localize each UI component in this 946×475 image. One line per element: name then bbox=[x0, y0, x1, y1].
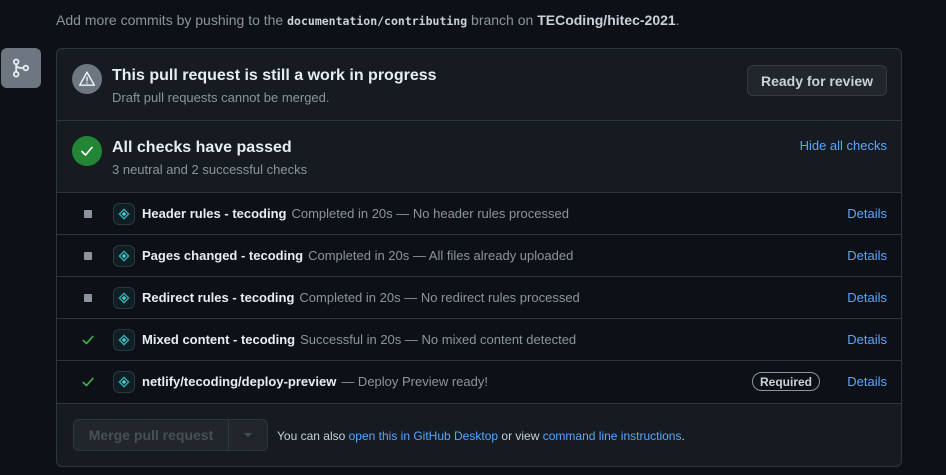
check-details-link[interactable]: Details bbox=[847, 374, 887, 389]
checks-summary-section: All checks have passed 3 neutral and 2 s… bbox=[57, 121, 901, 193]
required-badge: Required bbox=[752, 372, 821, 391]
check-text: netlify/tecoding/deploy-preview — Deploy … bbox=[142, 374, 488, 389]
alert-icon bbox=[72, 64, 102, 94]
netlify-icon bbox=[113, 203, 135, 225]
neutral-square-icon bbox=[81, 249, 95, 263]
neutral-square-icon bbox=[81, 291, 95, 305]
draft-title: This pull request is still a work in pro… bbox=[112, 67, 437, 84]
git-merge-icon bbox=[1, 48, 41, 88]
check-text: Mixed content - tecoding Successful in 20… bbox=[142, 332, 576, 347]
check-row: Pages changed - tecoding Completed in 20s… bbox=[57, 235, 901, 277]
commit-note-suffix: . bbox=[675, 12, 680, 28]
check-description: Completed in 20s — No header rules proce… bbox=[291, 206, 569, 221]
check-text: Redirect rules - tecoding Completed in 20… bbox=[142, 290, 580, 305]
draft-subtitle: Draft pull requests cannot be merged. bbox=[112, 90, 330, 105]
merge-options-caret-button[interactable] bbox=[228, 419, 268, 451]
checks-subtitle: 3 neutral and 2 successful checks bbox=[112, 162, 308, 177]
ready-for-review-button[interactable]: Ready for review bbox=[747, 65, 887, 96]
merge-section: Merge pull request You can also open thi… bbox=[57, 403, 901, 466]
check-row: Redirect rules - tecoding Completed in 20… bbox=[57, 277, 901, 319]
chevron-down-icon bbox=[244, 433, 252, 437]
checks-title: All checks have passed bbox=[112, 139, 292, 156]
neutral-square-icon bbox=[81, 207, 95, 221]
branch-name: documentation/contributing bbox=[287, 14, 468, 28]
check-name: Redirect rules - tecoding bbox=[142, 290, 295, 305]
check-text: Pages changed - tecoding Completed in 20s… bbox=[142, 248, 573, 263]
check-row: netlify/tecoding/deploy-preview — Deploy … bbox=[57, 361, 901, 404]
check-row: Header rules - tecoding Completed in 20s … bbox=[57, 193, 901, 235]
check-description: — Deploy Preview ready! bbox=[341, 374, 488, 389]
merge-note-middle: or view bbox=[501, 429, 540, 443]
check-name: Mixed content - tecoding bbox=[142, 332, 296, 347]
merge-pull-request-button[interactable]: Merge pull request bbox=[73, 419, 228, 451]
command-line-instructions-link[interactable]: command line instructions bbox=[543, 429, 682, 443]
commit-note: Add more commits by pushing to the docum… bbox=[56, 12, 680, 28]
repo-name: TECoding/hitec-2021 bbox=[537, 12, 676, 28]
check-details-link[interactable]: Details bbox=[847, 248, 887, 263]
check-text: Header rules - tecoding Completed in 20s … bbox=[142, 206, 569, 221]
commit-note-middle: branch on bbox=[471, 12, 534, 28]
merge-box: This pull request is still a work in pro… bbox=[56, 48, 902, 467]
check-name: Header rules - tecoding bbox=[142, 206, 287, 221]
open-in-desktop-link[interactable]: open this in GitHub Desktop bbox=[349, 429, 498, 443]
merge-note: You can also open this in GitHub Desktop… bbox=[277, 429, 685, 443]
check-icon bbox=[81, 333, 95, 347]
check-details-link[interactable]: Details bbox=[847, 332, 887, 347]
check-circle-icon bbox=[72, 136, 102, 166]
check-description: Successful in 20s — No mixed content det… bbox=[300, 332, 577, 347]
check-name: netlify/tecoding/deploy-preview bbox=[142, 374, 337, 389]
merge-note-prefix: You can also bbox=[277, 429, 346, 443]
netlify-icon bbox=[113, 329, 135, 351]
netlify-icon bbox=[113, 245, 135, 267]
check-details-link[interactable]: Details bbox=[847, 290, 887, 305]
check-description: Completed in 20s — All files already upl… bbox=[308, 248, 574, 263]
draft-section: This pull request is still a work in pro… bbox=[57, 49, 901, 121]
check-details-link[interactable]: Details bbox=[847, 206, 887, 221]
check-icon bbox=[81, 375, 95, 389]
check-row: Mixed content - tecoding Successful in 20… bbox=[57, 319, 901, 361]
commit-note-prefix: Add more commits by pushing to the bbox=[56, 12, 284, 28]
check-name: Pages changed - tecoding bbox=[142, 248, 304, 263]
netlify-icon bbox=[113, 371, 135, 393]
merge-note-suffix: . bbox=[681, 429, 685, 443]
hide-all-checks-link[interactable]: Hide all checks bbox=[800, 138, 887, 153]
check-description: Completed in 20s — No redirect rules pro… bbox=[299, 290, 580, 305]
netlify-icon bbox=[113, 287, 135, 309]
